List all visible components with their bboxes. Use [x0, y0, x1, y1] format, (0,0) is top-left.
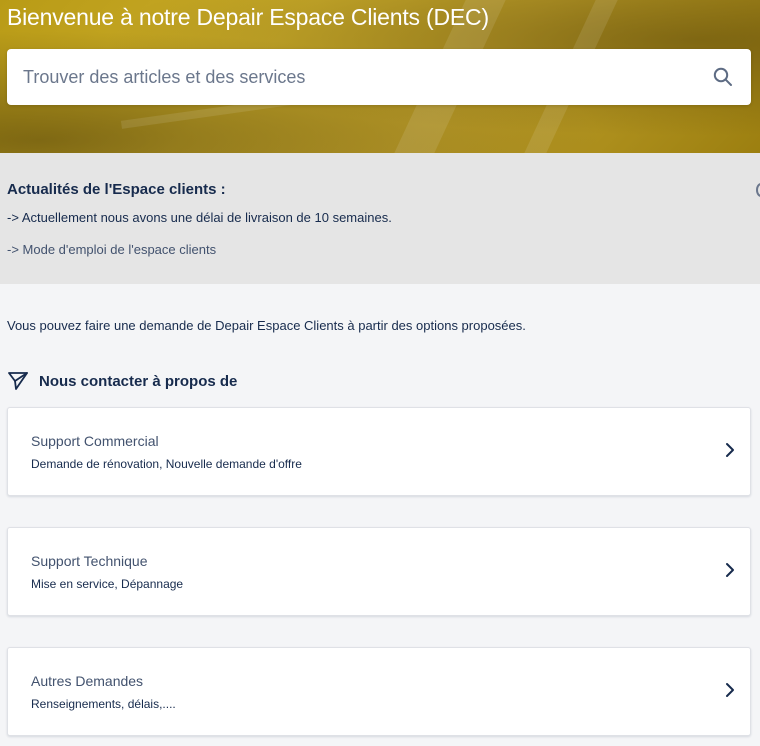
request-card-other[interactable]: Autres Demandes Renseignements, délais,.…: [7, 647, 751, 736]
hero-banner: Bienvenue à notre Depair Espace Clients …: [0, 0, 760, 153]
send-icon: [8, 372, 28, 390]
chevron-right-icon: [726, 563, 734, 577]
search-input[interactable]: [7, 49, 697, 105]
search-icon[interactable]: [713, 67, 733, 87]
contact-section-header: Nous contacter à propos de: [7, 370, 237, 392]
contact-section-title: Nous contacter à propos de: [39, 372, 238, 390]
clipped-icon: [756, 183, 760, 197]
card-title: Support Commercial: [31, 433, 159, 449]
announcement-title: Actualités de l'Espace clients :: [7, 181, 226, 198]
request-card-technical[interactable]: Support Technique Mise en service, Dépan…: [7, 527, 751, 616]
card-description: Renseignements, délais,....: [31, 697, 176, 711]
announcement-user-guide-link[interactable]: -> Mode d'emploi de l'espace clients: [7, 242, 216, 257]
announcement-delivery-delay: -> Actuellement nous avons une délai de …: [7, 210, 392, 225]
page-title: Bienvenue à notre Depair Espace Clients …: [7, 4, 489, 30]
card-title: Support Technique: [31, 553, 148, 569]
intro-text: Vous pouvez faire une demande de Depair …: [7, 318, 526, 333]
chevron-right-icon: [726, 683, 734, 697]
announcement-panel: Actualités de l'Espace clients : -> Actu…: [0, 153, 760, 284]
request-card-commercial[interactable]: Support Commercial Demande de rénovation…: [7, 407, 751, 496]
chevron-right-icon: [726, 443, 734, 457]
card-description: Demande de rénovation, Nouvelle demande …: [31, 457, 302, 471]
card-title: Autres Demandes: [31, 673, 144, 689]
card-description: Mise en service, Dépannage: [31, 577, 184, 591]
search-box[interactable]: [7, 49, 751, 105]
